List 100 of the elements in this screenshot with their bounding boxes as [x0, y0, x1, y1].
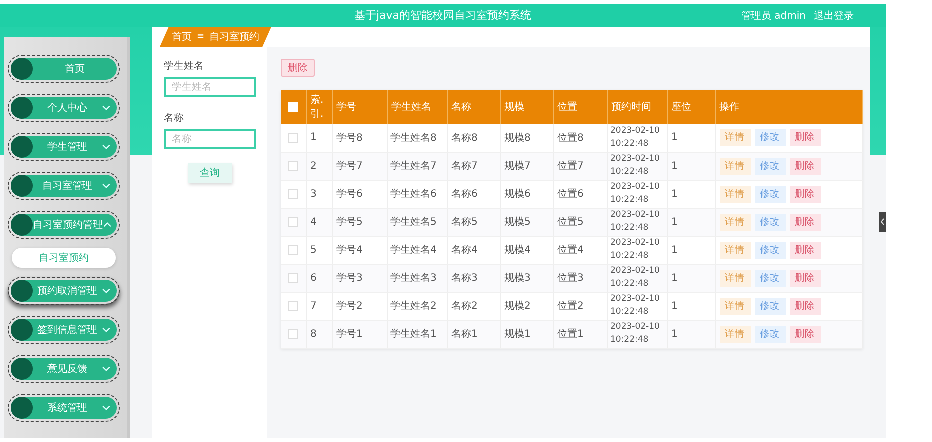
table-cell: 规模4: [500, 236, 553, 264]
delete-button[interactable]: 删除: [790, 214, 820, 230]
checkbox[interactable]: [288, 329, 298, 339]
checkbox[interactable]: [288, 161, 298, 171]
table-cell: 规模2: [500, 292, 553, 320]
table-cell: 规模1: [500, 320, 553, 348]
checkbox[interactable]: [288, 217, 298, 227]
table-cell: 5: [306, 236, 332, 264]
table-cell: 学号1: [332, 320, 387, 348]
table-cell: 名称7: [447, 152, 500, 180]
menu-item[interactable]: 自习室管理: [8, 172, 120, 200]
edit-button[interactable]: 修改: [754, 186, 786, 202]
delete-button[interactable]: 删除: [790, 129, 820, 146]
field-label: 学生姓名: [164, 60, 205, 73]
table-cell: 2023-02-10 10:22:48: [607, 208, 667, 236]
checkbox[interactable]: [288, 132, 298, 143]
submenu-item[interactable]: 自习室预约: [12, 248, 116, 268]
breadcrumb-link[interactable]: 自习室预约: [210, 30, 260, 44]
table-cell: 1: [667, 264, 715, 292]
circle-icon: [11, 319, 33, 341]
column-header: 座位: [667, 90, 715, 124]
table-cell: 1: [667, 208, 715, 236]
menu-item[interactable]: 意见反馈: [8, 355, 120, 383]
table-cell: 位置3: [553, 264, 607, 292]
menu-item[interactable]: 首页: [8, 55, 120, 83]
delete-button[interactable]: 删除: [790, 298, 820, 314]
delete-button[interactable]: 删除: [790, 326, 820, 342]
details-button[interactable]: 详情: [720, 214, 750, 230]
table-cell: 7: [306, 292, 332, 320]
edit-button[interactable]: 修改: [754, 242, 786, 258]
table-cell: 位置7: [553, 152, 607, 180]
menu-item[interactable]: 自习室预约管理: [8, 211, 120, 239]
table-cell: 2: [306, 152, 332, 180]
delete-button[interactable]: 删除: [790, 270, 820, 286]
checkbox[interactable]: [288, 189, 298, 199]
menu-item[interactable]: 学生管理: [8, 133, 120, 161]
table-cell: 名称4: [447, 236, 500, 264]
edit-button[interactable]: 修改: [754, 158, 786, 174]
circle-icon: [11, 58, 33, 80]
logout-link[interactable]: 退出登录: [814, 9, 854, 23]
checkbox[interactable]: [288, 273, 298, 283]
app-title: 基于java的智能校园自习室预约系统: [354, 8, 532, 23]
table-cell: 3: [306, 180, 332, 208]
checkbox[interactable]: [288, 245, 298, 255]
edit-button[interactable]: 修改: [754, 270, 786, 286]
table-cell: 1: [667, 320, 715, 348]
delete-button[interactable]: 删除: [790, 242, 820, 258]
table-cell: 1: [667, 152, 715, 180]
edit-button[interactable]: 修改: [754, 326, 786, 342]
menu-item[interactable]: 签到信息管理: [8, 316, 120, 344]
details-button[interactable]: 详情: [720, 129, 750, 146]
edit-button[interactable]: 修改: [754, 129, 786, 146]
separator-icon: ≡: [197, 32, 205, 42]
column-header: 名称: [447, 90, 500, 124]
table-cell: 学号8: [332, 124, 387, 152]
details-button[interactable]: 详情: [720, 298, 750, 314]
details-button[interactable]: 详情: [720, 270, 750, 286]
menu-item[interactable]: 系统管理: [8, 394, 120, 422]
table-cell: 学生姓名2: [387, 292, 447, 320]
circle-icon: [11, 358, 33, 380]
user-label: 管理员 admin: [741, 10, 806, 23]
column-header: 学生姓名: [387, 90, 447, 124]
delete-button[interactable]: 删除: [790, 158, 820, 174]
table-cell: 名称1: [447, 320, 500, 348]
table-cell: 名称5: [447, 208, 500, 236]
table-cell: 2023-02-10 10:22:48: [607, 236, 667, 264]
input-field[interactable]: 名称: [164, 129, 256, 149]
input-field[interactable]: 学生姓名: [164, 77, 256, 97]
search-button[interactable]: 查询: [188, 163, 232, 183]
table-cell: 名称2: [447, 292, 500, 320]
table-cell: 学生姓名6: [387, 180, 447, 208]
delete-button[interactable]: 删除: [790, 186, 820, 202]
column-header: 索.引.: [306, 90, 332, 124]
breadcrumb-link[interactable]: 首页: [172, 30, 192, 44]
details-button[interactable]: 详情: [720, 326, 750, 342]
table-cell: 位置5: [553, 208, 607, 236]
details-button[interactable]: 详情: [720, 158, 750, 174]
checkbox[interactable]: [288, 301, 298, 311]
table-cell: 4: [306, 208, 332, 236]
table-cell: 规模3: [500, 264, 553, 292]
field-label: 名称: [164, 112, 185, 125]
table-cell: 学号6: [332, 180, 387, 208]
edit-button[interactable]: 修改: [754, 298, 786, 314]
menu-item[interactable]: 预约取消管理: [8, 277, 120, 305]
details-button[interactable]: 详情: [720, 186, 750, 202]
collapse-handle[interactable]: [879, 212, 886, 232]
table-cell: 2023-02-10 10:22:48: [607, 264, 667, 292]
table-cell: 规模8: [500, 124, 553, 152]
edit-button[interactable]: 修改: [754, 214, 786, 230]
table-cell: 学号2: [332, 292, 387, 320]
table-cell: 1: [306, 124, 332, 152]
menu-item[interactable]: 个人中心: [8, 94, 120, 122]
delete-button[interactable]: 删除: [281, 59, 315, 77]
details-button[interactable]: 详情: [720, 242, 750, 258]
circle-icon: [11, 175, 33, 197]
circle-icon: [11, 97, 33, 119]
table-cell: 位置1: [553, 320, 607, 348]
table-cell: 6: [306, 264, 332, 292]
table-cell: 2023-02-10 10:22:48: [607, 152, 667, 180]
circle-icon: [11, 136, 33, 158]
